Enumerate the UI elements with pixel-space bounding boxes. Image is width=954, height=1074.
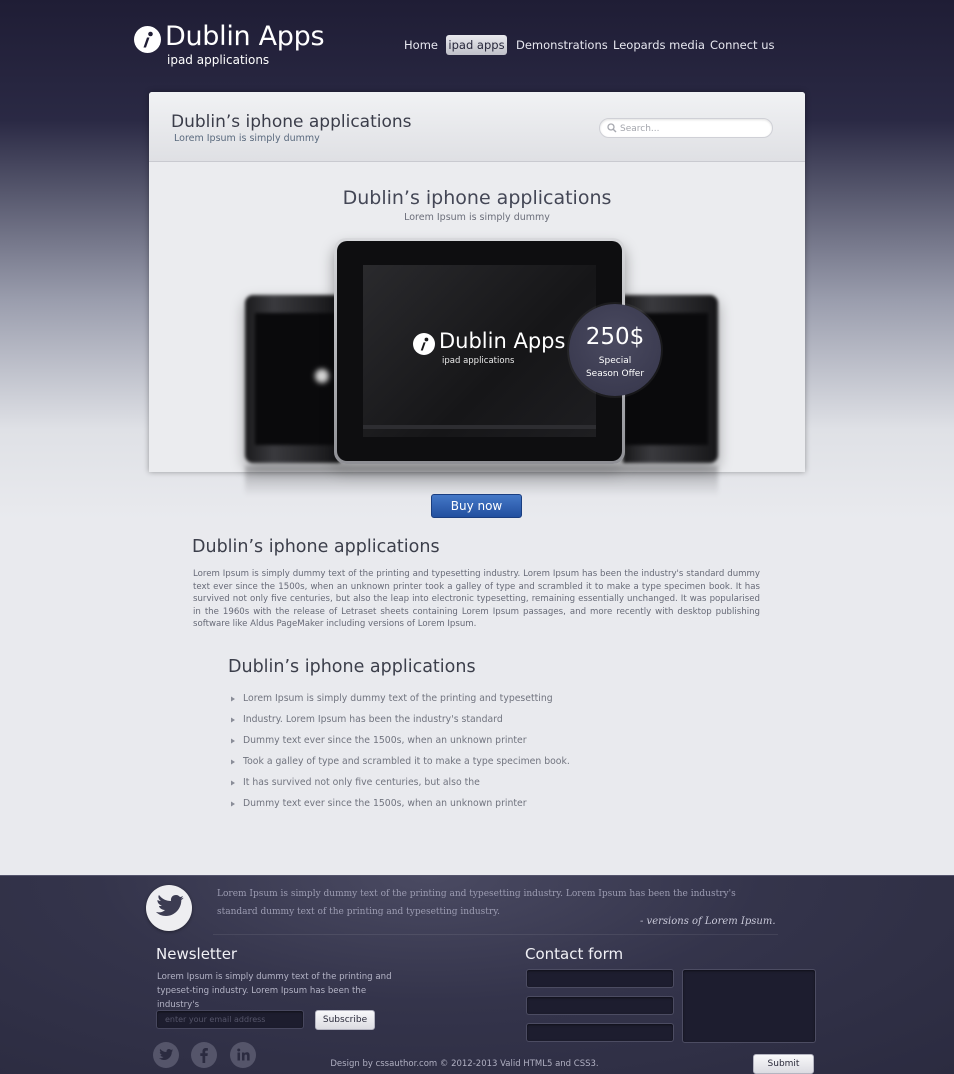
nav-leopards-media[interactable]: Leopards media <box>613 35 705 55</box>
panel-header: Dublin’s iphone applications Lorem Ipsum… <box>149 92 805 162</box>
newsletter-text: Lorem Ipsum is simply dummy text of the … <box>157 972 392 1010</box>
screen-logo: Dublin Apps ipad applications <box>413 329 573 369</box>
list-item-text: It has survived not only five centuries,… <box>243 777 480 788</box>
nav-ipad-apps[interactable]: ipad apps <box>446 35 507 55</box>
list-item: Dummy text ever since the 1500s, when an… <box>228 734 648 755</box>
newsletter-title: Newsletter <box>156 945 238 963</box>
list-item-text: Dummy text ever since the 1500s, when an… <box>243 798 527 809</box>
screen-subtitle: ipad applications <box>442 356 515 366</box>
price-badge: 250$ Special Season Offer <box>569 304 661 396</box>
list-title: Dublin’s iphone applications <box>228 657 476 677</box>
list-item: Dummy text ever since the 1500s, when an… <box>228 797 648 818</box>
panel-subtitle: Lorem Ipsum is simply dummy <box>174 133 320 144</box>
twitter-bird-icon <box>156 895 184 916</box>
site-logo[interactable]: Dublin Apps ipad applications <box>134 21 334 72</box>
contact-name-field[interactable] <box>526 969 674 988</box>
screen-title: Dublin Apps <box>439 329 566 353</box>
hero-title: Dublin’s iphone applications <box>342 187 612 209</box>
panel-title: Dublin’s iphone applications <box>171 112 412 132</box>
nav-demonstrations[interactable]: Demonstrations <box>516 35 608 55</box>
list-item: It has survived not only five centuries,… <box>228 776 648 797</box>
bullet-arrow-icon <box>231 801 235 807</box>
feature-list: Lorem Ipsum is simply dummy text of the … <box>228 692 648 818</box>
logo-title: Dublin Apps <box>165 21 325 52</box>
tablet-left-image <box>245 295 340 463</box>
list-item: Took a galley of type and scrambled it t… <box>228 755 648 776</box>
footer-divider <box>213 934 778 935</box>
search-input[interactable] <box>620 121 768 136</box>
content-title: Dublin’s iphone applications <box>192 537 440 557</box>
list-item-text: Dummy text ever since the 1500s, when an… <box>243 735 527 746</box>
list-item-text: Lorem Ipsum is simply dummy text of the … <box>243 693 553 704</box>
subscribe-button[interactable]: Subscribe <box>315 1010 375 1030</box>
twitter-bird-badge[interactable] <box>146 885 192 931</box>
contact-message-field[interactable] <box>682 969 816 1043</box>
price-amount: 250$ <box>585 324 645 350</box>
bullet-arrow-icon <box>231 738 235 744</box>
bullet-arrow-icon <box>231 696 235 702</box>
newsletter-email-input[interactable] <box>156 1010 304 1029</box>
search-icon <box>607 123 617 133</box>
list-item-text: Took a galley of type and scrambled it t… <box>243 756 570 767</box>
screen-logo-i-icon <box>413 333 435 355</box>
logo-subtitle: ipad applications <box>167 53 270 67</box>
bullet-arrow-icon <box>231 717 235 723</box>
contact-subject-field[interactable] <box>526 1023 674 1042</box>
nav-home[interactable]: Home <box>398 35 444 55</box>
contact-email-field[interactable] <box>526 996 674 1015</box>
bullet-arrow-icon <box>231 780 235 786</box>
nav-connect-us[interactable]: Connect us <box>710 35 775 55</box>
contact-form-title: Contact form <box>525 945 624 963</box>
contact-submit-button[interactable]: Submit <box>753 1054 814 1074</box>
tablet-screen: Dublin Apps ipad applications <box>363 265 596 437</box>
bullet-arrow-icon <box>231 759 235 765</box>
search-box <box>599 118 773 138</box>
content-paragraph: Lorem Ipsum is simply dummy text of the … <box>193 569 760 629</box>
price-offer: Special Season Offer <box>585 356 645 379</box>
list-item: Lorem Ipsum is simply dummy text of the … <box>228 692 648 713</box>
tablet-reflection <box>245 466 718 496</box>
buy-now-button[interactable]: Buy now <box>431 494 522 518</box>
tablet-dock <box>363 425 596 429</box>
list-item: Industry. Lorem Ipsum has been the indus… <box>228 713 648 734</box>
logo-i-icon <box>134 26 161 53</box>
hero-subtitle: Lorem Ipsum is simply dummy <box>404 212 550 223</box>
list-item-text: Industry. Lorem Ipsum has been the indus… <box>243 714 503 725</box>
quote-author: - versions of Lorem Ipsum. <box>640 916 776 927</box>
